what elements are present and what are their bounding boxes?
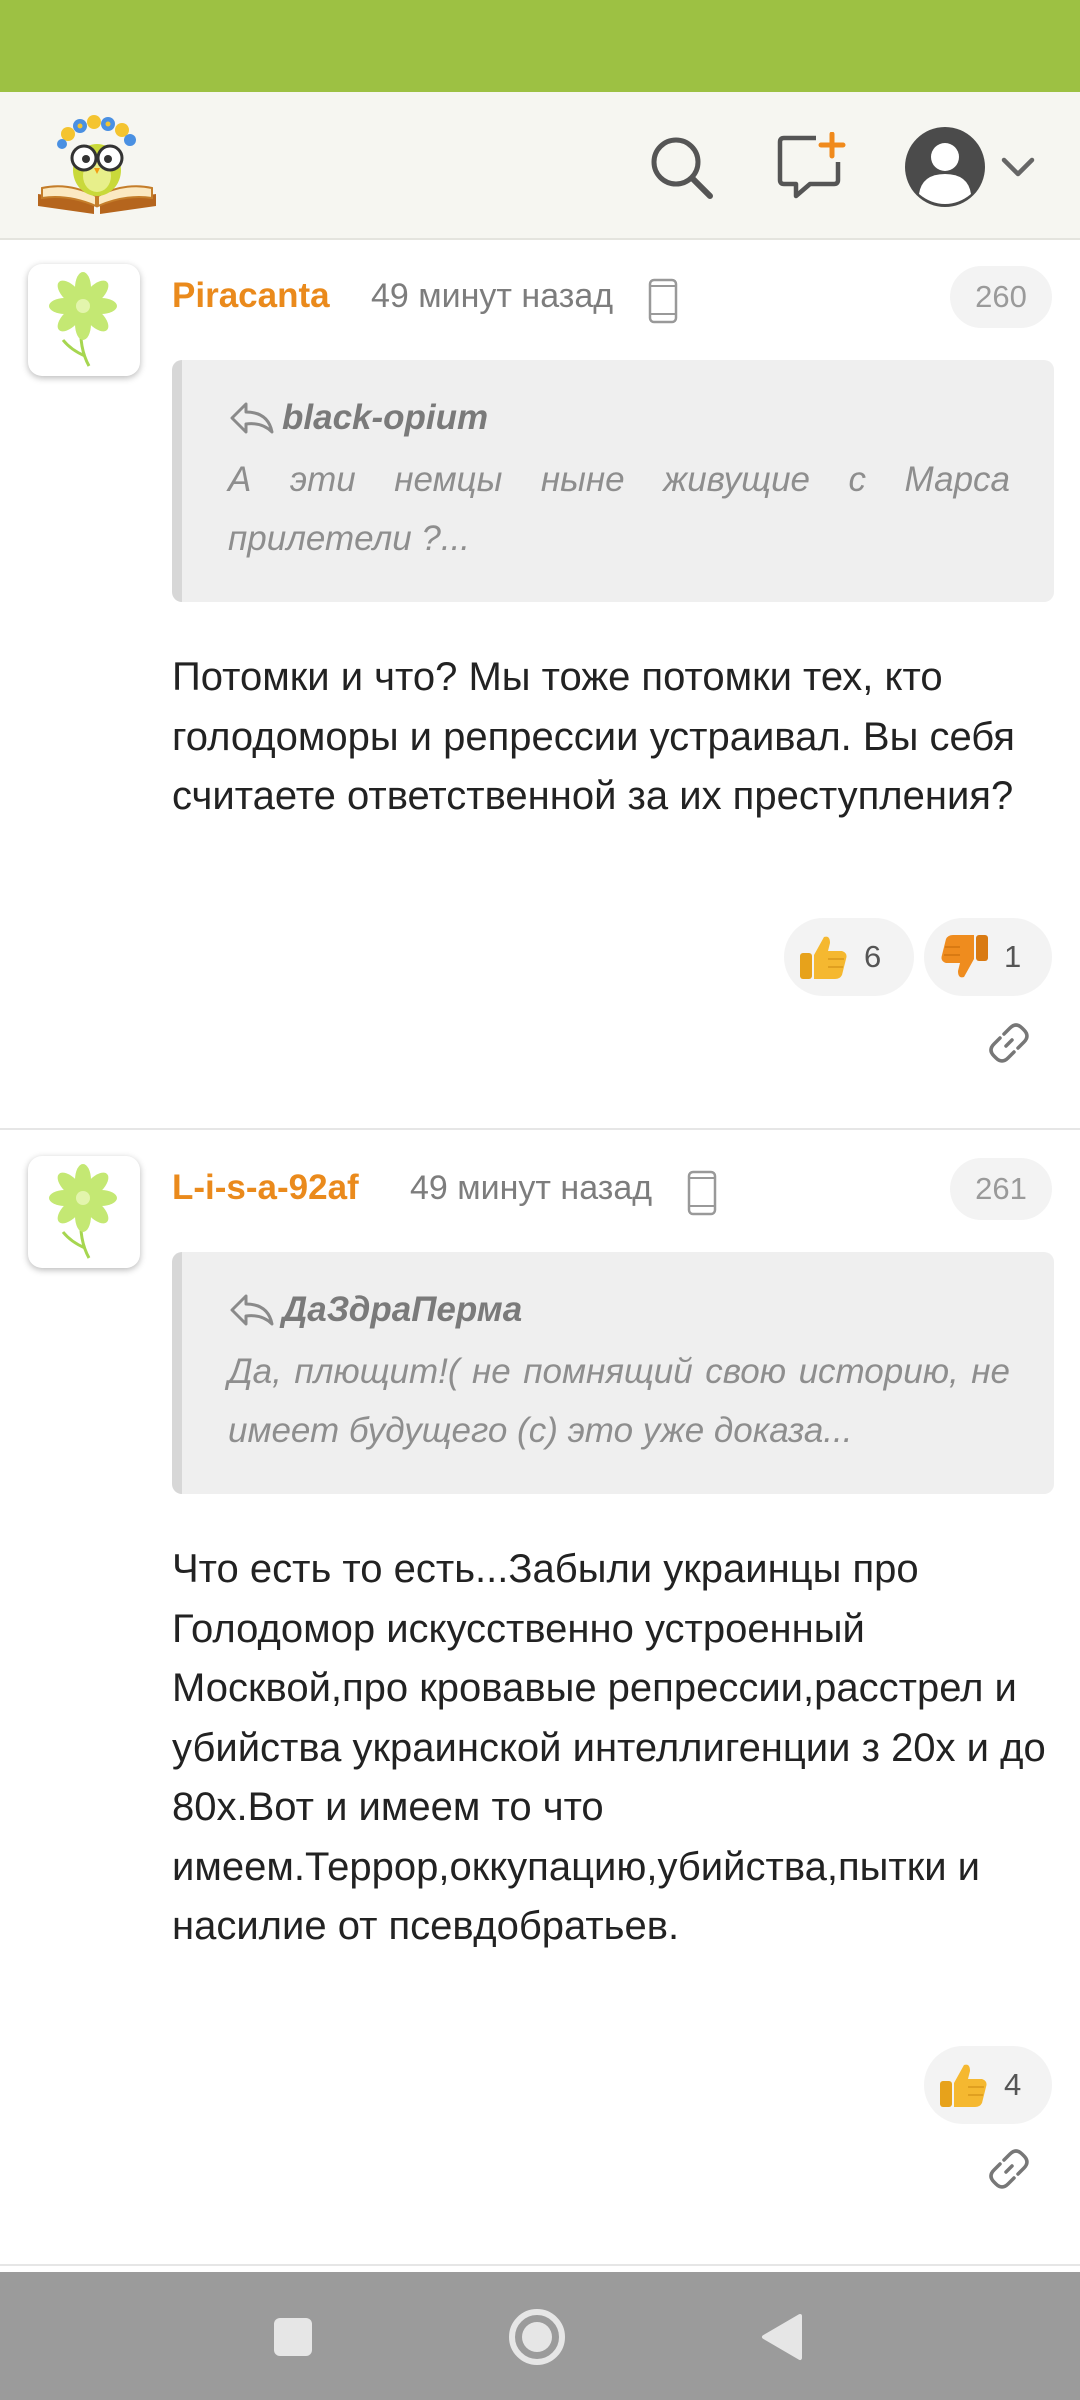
back-icon xyxy=(762,2314,802,2360)
like-button[interactable]: 6 xyxy=(784,918,914,996)
app-header xyxy=(0,92,1080,240)
quote-author: ДаЗдраПерма xyxy=(282,1290,523,1329)
home-button[interactable] xyxy=(502,2302,572,2372)
thumbs-down-icon xyxy=(941,935,988,978)
like-button[interactable]: 4 xyxy=(924,2046,1052,2124)
home-icon xyxy=(509,2309,565,2365)
comment-time: 49 минут назад xyxy=(410,1169,653,1207)
dislike-button[interactable]: 1 xyxy=(924,918,1052,996)
mobile-phone-icon xyxy=(687,1170,717,1216)
comment-text: Потомки и что? Мы тоже потомки тех, кто … xyxy=(172,655,1015,818)
recent-apps-icon xyxy=(274,2318,312,2356)
link-icon xyxy=(989,2149,1029,2189)
thumbs-up-icon xyxy=(800,936,847,979)
thumbs-up-icon xyxy=(940,2064,987,2107)
reply-arrow-icon xyxy=(230,402,274,434)
permalink-button[interactable] xyxy=(978,2138,1040,2200)
mobile-phone-icon xyxy=(648,278,678,324)
comment-item: L-i-s-a-92af 49 минут назад 261 ДаЗдраПе… xyxy=(0,1132,1080,2266)
comment-number: 261 xyxy=(950,1158,1052,1220)
user-avatar-icon xyxy=(905,127,985,207)
comment-number: 260 xyxy=(950,266,1052,328)
comment-text: Что есть то есть...Забыли украинцы про Г… xyxy=(172,1547,1046,1948)
owl-on-book-logo[interactable] xyxy=(34,110,160,220)
comment-item: Piracanta 49 минут назад 260 black-opium… xyxy=(0,240,1080,1130)
comment-author[interactable]: Piracanta xyxy=(172,276,330,316)
quote-text: Да, плющит!( не помнящий свою историю, н… xyxy=(228,1352,1010,1450)
link-icon xyxy=(989,1023,1029,1063)
quote-text: А эти немцы ныне живущие с Марса прилете… xyxy=(228,460,1010,558)
avatar[interactable] xyxy=(28,264,140,376)
avatar[interactable] xyxy=(28,1156,140,1268)
system-nav-bar xyxy=(0,2272,1080,2400)
reply-arrow-icon xyxy=(230,1294,274,1326)
profile-menu-button[interactable] xyxy=(896,122,1046,212)
search-icon xyxy=(651,137,713,199)
search-button[interactable] xyxy=(636,122,726,212)
new-message-button[interactable] xyxy=(766,122,856,212)
quote-author: black-opium xyxy=(282,398,489,437)
comment-time: 49 минут назад xyxy=(371,277,614,315)
quoted-comment[interactable]: black-opium А эти немцы ныне живущие с М… xyxy=(172,360,1054,602)
chevron-down-icon xyxy=(1001,157,1035,177)
back-button[interactable] xyxy=(746,2302,816,2372)
dislike-count: 1 xyxy=(1004,939,1022,974)
quoted-comment[interactable]: ДаЗдраПерма Да, плющит!( не помнящий сво… xyxy=(172,1252,1054,1494)
new-message-icon xyxy=(777,132,846,199)
recent-apps-button[interactable] xyxy=(258,2302,328,2372)
permalink-button[interactable] xyxy=(978,1012,1040,1074)
status-bar xyxy=(0,0,1080,92)
comment-author[interactable]: L-i-s-a-92af xyxy=(172,1168,359,1208)
like-count: 4 xyxy=(1004,2067,1022,2102)
like-count: 6 xyxy=(864,939,882,974)
